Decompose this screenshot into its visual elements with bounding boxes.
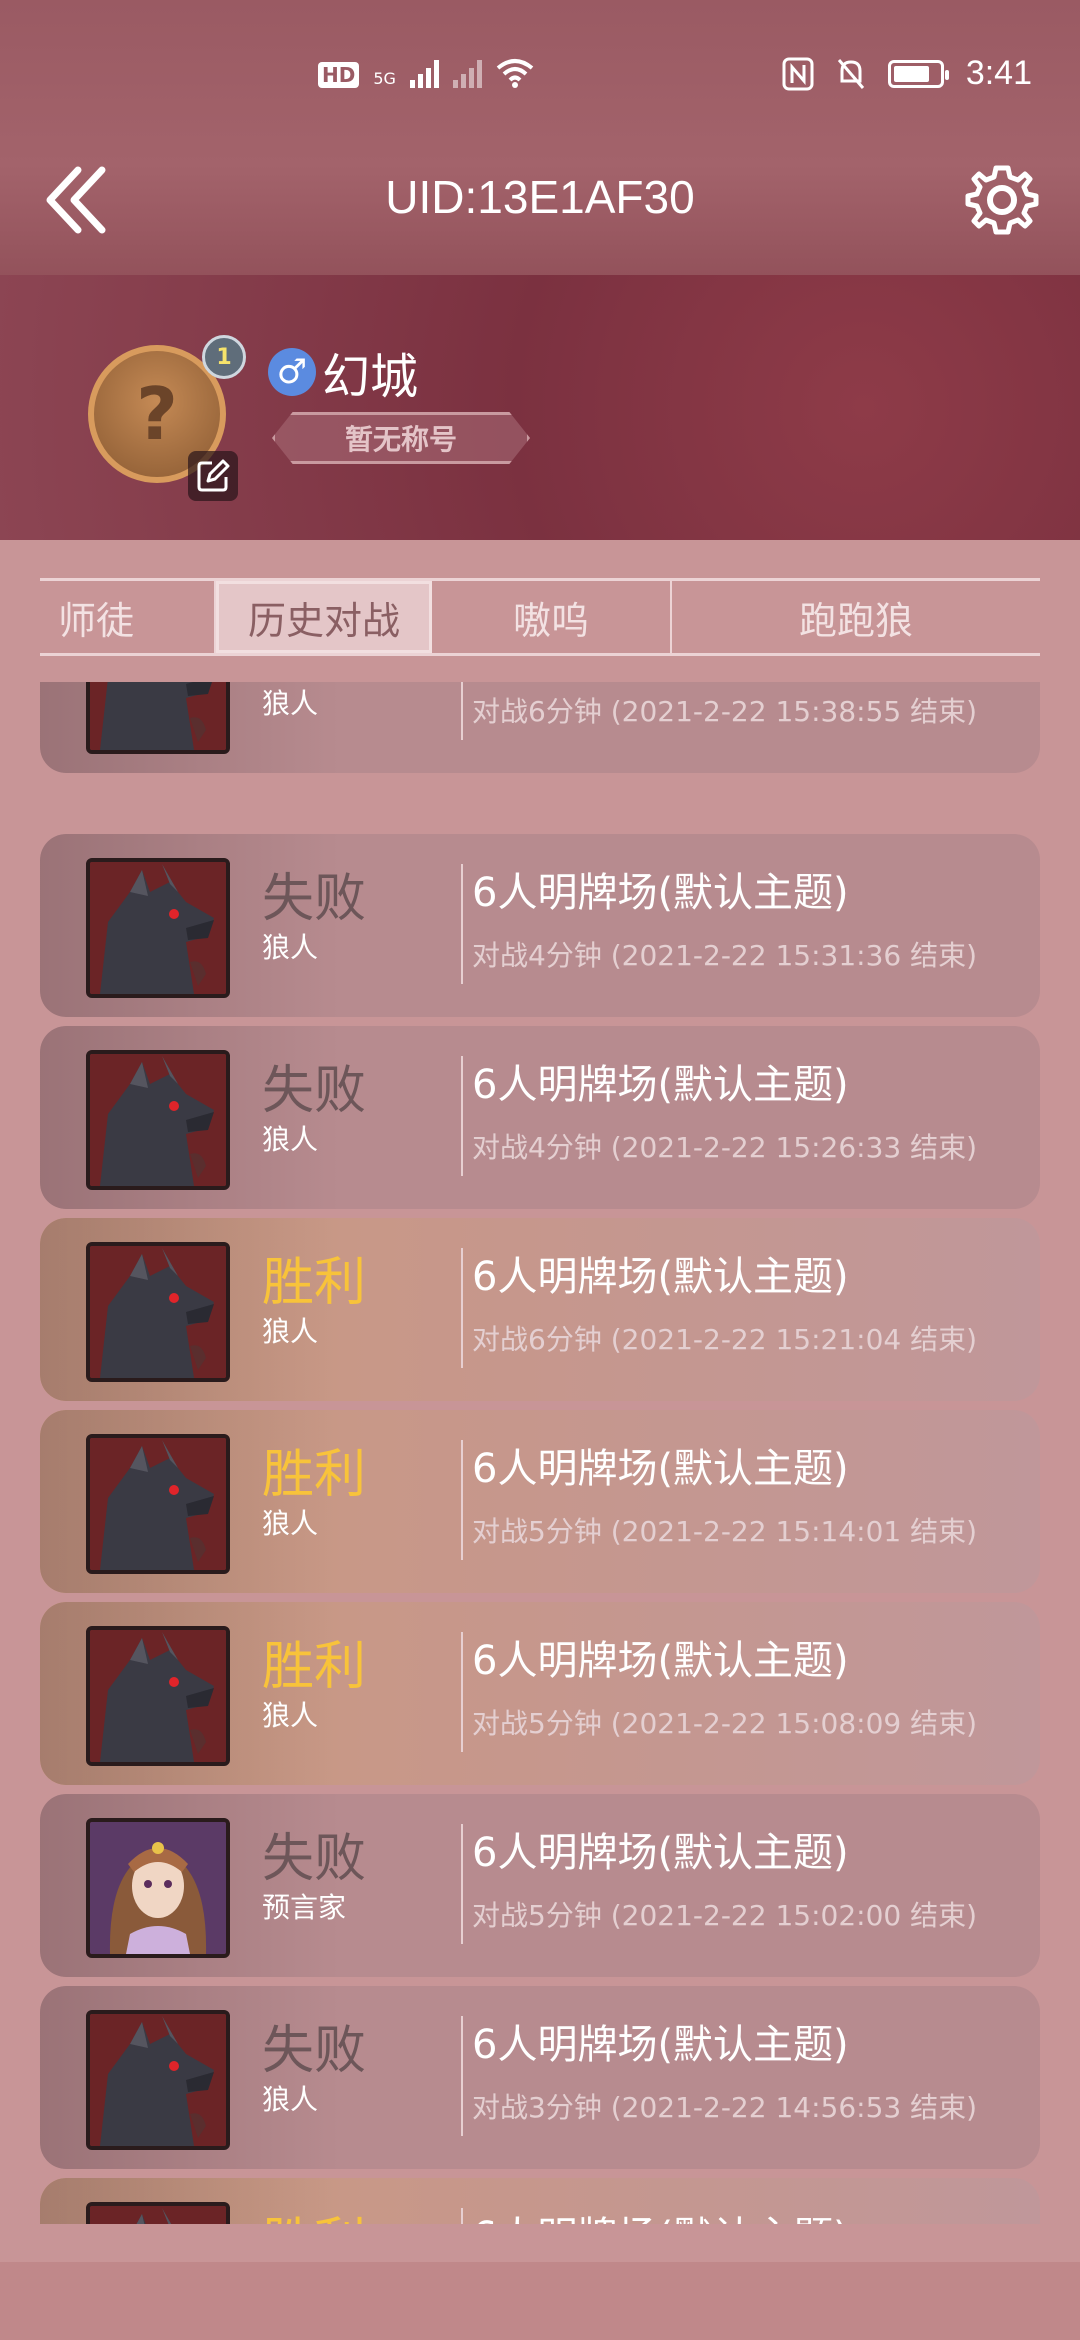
match-info: 对战5分钟 (2021-2-22 15:02:00 结束) xyxy=(472,1899,978,1932)
role-avatar xyxy=(86,1434,230,1574)
match-row[interactable]: 胜利 狼人 6人明牌场(默认主题) 对战5分钟 (2021-2-22 15:14:01… xyxy=(40,1410,1040,1593)
match-role: 狼人 xyxy=(262,1507,319,1540)
werewolf-portrait-icon xyxy=(90,1054,226,1186)
werewolf-portrait-icon xyxy=(90,2206,226,2224)
row-divider xyxy=(461,2208,463,2224)
match-role: 狼人 xyxy=(262,1315,319,1348)
signal-icon xyxy=(409,58,439,88)
row-divider xyxy=(461,1632,463,1752)
match-role: 狼人 xyxy=(262,2083,319,2116)
match-history-list[interactable]: 失败狼人6人明牌场(默认主题)对战6分钟 (2021-2-22 15:38:55… xyxy=(40,682,1040,2224)
row-divider xyxy=(461,1248,463,1368)
role-avatar xyxy=(86,1626,230,1766)
match-row[interactable]: 失败 狼人 6人明牌场(默认主题) 对战4分钟 (2021-2-22 15:31:36… xyxy=(40,834,1040,1017)
avatar-container[interactable]: ? 1 xyxy=(88,335,246,501)
edit-icon xyxy=(197,459,230,492)
tab-match-history[interactable]: 历史对战 xyxy=(216,581,432,653)
tab-mentorship[interactable]: 师徒 xyxy=(40,581,216,653)
row-divider xyxy=(461,682,463,740)
role-avatar xyxy=(86,1050,230,1190)
tab-running-wolf[interactable]: 跑跑狼 xyxy=(672,581,1040,653)
match-role: 狼人 xyxy=(262,1123,319,1156)
match-row[interactable]: 失败 狼人 6人明牌场(默认主题) 对战4分钟 (2021-2-22 15:26:33… xyxy=(40,1026,1040,1209)
mute-bell-icon xyxy=(837,58,864,89)
match-role: 狼人 xyxy=(262,687,319,720)
edit-avatar-button[interactable] xyxy=(188,451,238,501)
row-divider xyxy=(461,1440,463,1560)
username: 幻城 xyxy=(322,349,419,405)
match-mode: 6人明牌场(默认主题) xyxy=(472,1638,849,1684)
settings-button[interactable] xyxy=(962,160,1042,240)
match-mode: 6人明牌场(默认主题) xyxy=(472,870,849,916)
tab-bar: 师徒 历史对战 嗷呜 跑跑狼 xyxy=(40,578,1040,656)
title-badge[interactable]: 暂无称号 xyxy=(272,412,530,464)
match-role: 狼人 xyxy=(262,1699,319,1732)
match-role: 狼人 xyxy=(262,931,319,964)
werewolf-portrait-icon xyxy=(90,1246,226,1378)
nfc-icon xyxy=(782,57,814,90)
match-row[interactable]: 失败狼人6人明牌场(默认主题)对战6分钟 (2021-2-22 15:38:55… xyxy=(40,682,1040,773)
hd-indicator: HD xyxy=(318,62,360,88)
role-avatar xyxy=(86,858,230,998)
role-avatar xyxy=(86,682,230,754)
role-avatar xyxy=(86,2202,230,2224)
match-info: 对战5分钟 (2021-2-22 15:08:09 结束) xyxy=(472,1707,978,1740)
match-info: 对战5分钟 (2021-2-22 15:14:01 结束) xyxy=(472,1515,978,1548)
page-title: UID:13E1AF30 xyxy=(385,171,695,223)
werewolf-portrait-icon xyxy=(90,682,226,750)
row-divider xyxy=(461,864,463,984)
role-avatar xyxy=(86,2010,230,2150)
match-mode: 6人明牌场(默认主题) xyxy=(472,1830,849,1876)
match-row[interactable]: 失败 狼人 6人明牌场(默认主题) 对战3分钟 (2021-2-22 14:56:53… xyxy=(40,1986,1040,2169)
row-divider xyxy=(461,2016,463,2136)
bottom-bar xyxy=(0,2262,1080,2340)
match-mode: 6人明牌场(默认主题) xyxy=(472,2022,849,2068)
network-type: 5G xyxy=(373,69,396,88)
clock: 3:41 xyxy=(965,54,1032,92)
werewolf-portrait-icon xyxy=(90,1438,226,1570)
match-result: 失败 xyxy=(262,1829,367,1889)
top-header: HD 5G 3:41 UID:13E1AF30 xyxy=(0,0,1080,275)
match-mode: 6人明牌场(默认主题) xyxy=(472,2204,849,2224)
match-info: 对战6分钟 (2021-2-22 15:21:04 结束) xyxy=(472,1323,978,1356)
tab-awoo[interactable]: 嗷呜 xyxy=(432,581,672,653)
match-mode: 6人明牌场(默认主题) xyxy=(472,1254,849,1300)
match-result: 胜利 xyxy=(262,1445,367,1505)
male-icon: ♂ xyxy=(268,348,316,396)
match-result: 失败 xyxy=(262,869,367,929)
match-row[interactable]: 胜利 狼人 6人明牌场(默认主题) 对战6分钟 (2021-2-22 15:21:04… xyxy=(40,1218,1040,1401)
match-mode: 6人明牌场(默认主题) xyxy=(472,1062,849,1108)
match-info: 对战6分钟 (2021-2-22 15:38:55 结束) xyxy=(472,695,978,728)
signal-2-icon xyxy=(452,58,482,88)
match-mode: 6人明牌场(默认主题) xyxy=(472,1446,849,1492)
row-divider xyxy=(461,1824,463,1944)
werewolf-portrait-icon xyxy=(90,862,226,994)
match-row[interactable]: 胜利 狼人 6人明牌场(默认主题) 对战5分钟 (2021-2-22 15:08:09… xyxy=(40,1602,1040,1785)
gear-icon xyxy=(965,165,1039,235)
role-avatar xyxy=(86,1818,230,1958)
name-row: ♂ 幻城 xyxy=(268,337,418,407)
match-role: 预言家 xyxy=(262,1891,347,1924)
battery-icon xyxy=(887,59,949,88)
level-badge: 1 xyxy=(202,335,246,379)
match-result: 失败 xyxy=(262,2021,367,2081)
match-result: 胜利 xyxy=(262,1253,367,1313)
match-row[interactable]: 胜利 6人明牌场(默认主题) xyxy=(40,2178,1040,2224)
profile-banner: ? 1 ♂ 幻城 暂无称号 xyxy=(0,275,1080,540)
match-info: 对战4分钟 (2021-2-22 15:31:36 结束) xyxy=(472,939,978,972)
match-row[interactable]: 失败 预言家 6人明牌场(默认主题) 对战5分钟 (2021-2-22 15:02:0… xyxy=(40,1794,1040,1977)
seer-portrait-icon xyxy=(90,1822,226,1954)
match-result: 胜利 xyxy=(262,2200,366,2224)
match-info: 对战4分钟 (2021-2-22 15:26:33 结束) xyxy=(472,1131,978,1164)
match-info: 对战3分钟 (2021-2-22 14:56:53 结束) xyxy=(472,2091,978,2124)
status-bar: HD 5G 3:41 xyxy=(0,40,1080,120)
match-result: 失败 xyxy=(262,1061,367,1121)
werewolf-portrait-icon xyxy=(90,1630,226,1762)
match-result: 胜利 xyxy=(262,1637,367,1697)
role-avatar xyxy=(86,1242,230,1382)
row-divider xyxy=(461,1056,463,1176)
wifi-icon xyxy=(496,59,534,88)
werewolf-portrait-icon xyxy=(90,2014,226,2146)
